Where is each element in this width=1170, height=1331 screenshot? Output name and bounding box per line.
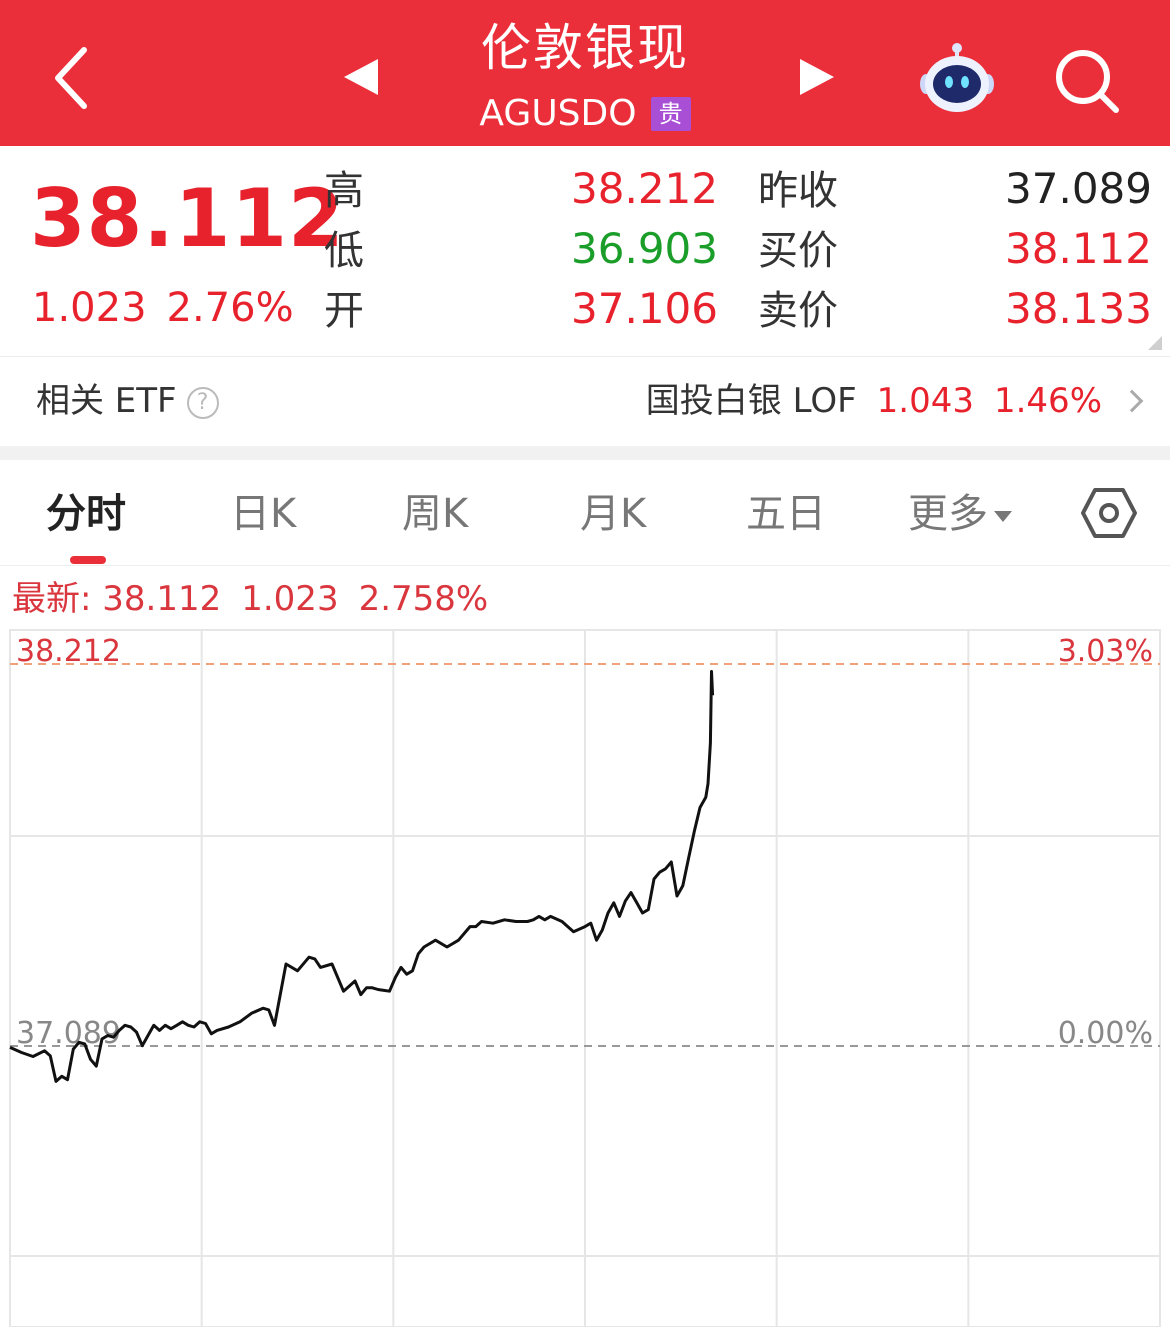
bid-label: 买价: [758, 228, 838, 274]
etf-price: 1.043: [876, 381, 974, 421]
help-icon[interactable]: ?: [186, 387, 219, 419]
high-axis-label: 38.212: [16, 634, 121, 669]
quote-panel: 38.112 1.023 2.76% 高 低 开 38.212 36.903 37…: [0, 146, 1170, 356]
chart-latest-readout: 最新: 38.112 1.023 2.758%: [12, 576, 508, 622]
latest-percent-text: 2.758%: [358, 579, 489, 619]
back-icon: [55, 47, 87, 109]
tab-more-label: 更多: [908, 491, 988, 537]
robot-assistant-icon: [920, 43, 994, 112]
chevron-right-icon: [1120, 389, 1144, 413]
assistant-button[interactable]: [918, 40, 996, 116]
price-change: 1.023: [32, 285, 147, 331]
tab-monthly-k[interactable]: 月K: [580, 488, 646, 540]
ask-label: 卖价: [758, 288, 838, 334]
settings-hexagon-icon: [1081, 488, 1137, 538]
prev-arrow-icon: [344, 59, 378, 95]
chart-settings-button[interactable]: [1080, 484, 1138, 542]
last-price: 38.112: [30, 172, 345, 265]
search-icon: [1056, 50, 1119, 113]
price-change-row: 1.023 2.76%: [32, 284, 314, 332]
section-divider: [0, 446, 1170, 460]
prev-close-axis-label: 37.089: [16, 1016, 121, 1051]
etf-summary[interactable]: 国投白银 LOF 1.043 1.46%: [645, 379, 1144, 423]
category-badge: 贵: [650, 97, 691, 131]
open-label: 开: [324, 288, 364, 334]
low-label: 低: [324, 228, 364, 274]
chart-period-tabs: 分时 日K 周K 月K 五日 更多: [0, 460, 1170, 566]
tab-daily-k[interactable]: 日K: [230, 488, 296, 540]
next-symbol-button[interactable]: [794, 55, 838, 99]
bid-value: 38.112: [1005, 224, 1152, 273]
etf-percent: 1.46%: [993, 381, 1102, 421]
active-tab-indicator: [70, 556, 106, 564]
tab-weekly-k[interactable]: 周K: [402, 488, 468, 540]
symbol-subtitle: AGUSDO 贵: [385, 90, 785, 137]
back-button[interactable]: [40, 38, 100, 118]
caret-down-icon: [994, 510, 1012, 522]
open-value: 37.106: [571, 284, 718, 333]
prev-close-label: 昨收: [758, 168, 838, 214]
high-value: 38.212: [571, 164, 718, 213]
prev-close-percent-label: 0.00%: [1058, 1016, 1153, 1051]
tab-five-day[interactable]: 五日: [746, 488, 826, 540]
latest-price-text: 最新: 38.112: [12, 579, 222, 619]
high-percent-label: 3.03%: [1058, 634, 1153, 669]
prev-close-value: 37.089: [1005, 164, 1152, 213]
related-etf-title: 相关 ETF?: [36, 379, 219, 423]
latest-change-text: 1.023: [241, 579, 339, 619]
intraday-chart-svg: 38.212 3.03% 37.089 0.00%: [9, 629, 1161, 1328]
related-etf-label: 相关 ETF: [36, 381, 177, 421]
prev-symbol-button[interactable]: [340, 55, 384, 99]
etf-name: 国投白银 LOF: [645, 381, 857, 421]
high-label: 高: [324, 168, 364, 214]
expand-corner-icon[interactable]: [1148, 336, 1162, 350]
related-etf-row[interactable]: 相关 ETF? 国投白银 LOF 1.043 1.46%: [0, 356, 1170, 446]
low-value: 36.903: [571, 224, 718, 273]
top-bar: 伦敦银现 AGUSDO 贵: [0, 0, 1170, 146]
search-button[interactable]: [1050, 44, 1124, 118]
symbol-code: AGUSDO: [479, 93, 637, 134]
next-arrow-icon: [800, 59, 834, 95]
intraday-chart[interactable]: 38.212 3.03% 37.089 0.00%: [0, 626, 1170, 1328]
ask-value: 38.133: [1005, 284, 1152, 333]
page-title: 伦敦银现: [481, 19, 689, 77]
tab-intraday[interactable]: 分时: [46, 488, 126, 540]
tab-more[interactable]: 更多: [908, 488, 1012, 540]
price-change-percent: 2.76%: [166, 285, 294, 331]
